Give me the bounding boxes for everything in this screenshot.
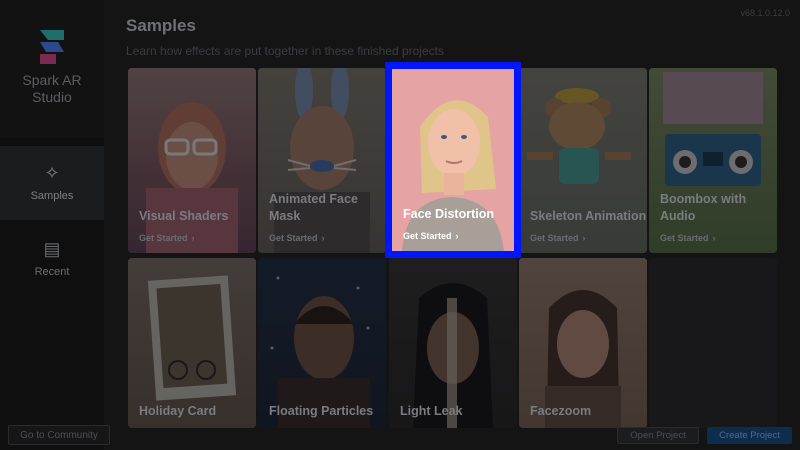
face-distortion-highlight[interactable]: Face Distortion Get Started ›: [385, 62, 521, 258]
get-started-link[interactable]: Get Started ›: [530, 233, 586, 243]
create-project-button[interactable]: Create Project: [707, 427, 792, 444]
brand-panel: Spark AR Studio: [0, 0, 104, 138]
sample-card-facezoom[interactable]: Facezoom: [519, 258, 647, 428]
open-project-button[interactable]: Open Project: [617, 427, 699, 444]
brand-name: Spark AR Studio: [22, 72, 81, 106]
sample-card-holiday-card[interactable]: Holiday Card: [128, 258, 256, 428]
chevron-right-icon: ›: [455, 231, 459, 241]
sample-card-animated-face-mask[interactable]: Animated Face Mask Get Started ›: [258, 68, 386, 253]
card-title: Facezoom: [530, 404, 592, 418]
card-title: Visual Shaders: [139, 209, 229, 223]
cta-label: Get Started: [660, 233, 709, 243]
version-label: v68.1.0.12.0: [740, 8, 790, 18]
cta-label: Get Started: [139, 233, 188, 243]
sidebar-item-samples[interactable]: ✧ Samples: [0, 146, 104, 220]
card-dim-overlay: [258, 68, 386, 253]
sidebar: Spark AR Studio ✧ Samples ▤ Recent Go to…: [0, 0, 110, 450]
card-title: Light Leak: [400, 404, 463, 418]
get-started-link[interactable]: Get Started ›: [403, 231, 459, 241]
sidebar-item-label: Samples: [30, 190, 74, 202]
get-started-link[interactable]: Get Started ›: [269, 233, 325, 243]
card-title: Face Distortion: [403, 207, 494, 221]
chevron-right-icon: ›: [582, 233, 586, 243]
cta-label: Get Started: [530, 233, 579, 243]
card-title: Animated Face Mask: [269, 192, 358, 223]
page-subtitle: Learn how effects are put together in th…: [126, 44, 444, 58]
chevron-right-icon: ›: [712, 233, 716, 243]
brand-line-1: Spark AR: [22, 72, 82, 88]
chevron-right-icon: ›: [321, 233, 325, 243]
card-dim-overlay: [649, 68, 777, 253]
card-title: Floating Particles: [269, 404, 374, 418]
card-title: Skeleton Animation: [530, 209, 647, 223]
document-icon: ▤: [43, 239, 61, 259]
spark-ar-logo-icon: [34, 26, 70, 66]
empty-card-slot: [649, 258, 777, 428]
sample-card-boombox-with-audio[interactable]: Boombox with Audio Get Started ›: [649, 68, 777, 253]
card-dim-overlay: [128, 68, 256, 253]
get-started-link[interactable]: Get Started ›: [660, 233, 716, 243]
sample-card-floating-particles[interactable]: Floating Particles: [258, 258, 386, 428]
card-title: Holiday Card: [139, 404, 217, 418]
chevron-right-icon: ›: [191, 233, 195, 243]
card-dim-overlay: [519, 68, 647, 253]
page-title: Samples: [126, 16, 196, 35]
sample-card-visual-shaders[interactable]: Visual Shaders Get Started ›: [128, 68, 256, 253]
get-started-link[interactable]: Get Started ›: [139, 233, 195, 243]
sidebar-item-label: Recent: [34, 266, 70, 278]
sidebar-item-recent[interactable]: ▤ Recent: [0, 222, 104, 296]
sparkle-icon: ✧: [44, 163, 60, 183]
card-title: Boombox with Audio: [660, 192, 747, 223]
spark-ar-studio-window: Spark AR Studio ✧ Samples ▤ Recent Go to…: [0, 0, 800, 450]
sample-card-skeleton-animation[interactable]: Skeleton Animation Get Started ›: [519, 68, 647, 253]
sample-card-face-distortion[interactable]: Face Distortion Get Started ›: [392, 69, 514, 251]
go-to-community-button[interactable]: Go to Community: [8, 425, 110, 445]
sample-card-light-leak[interactable]: Light Leak: [389, 258, 517, 428]
cta-label: Get Started: [269, 233, 318, 243]
brand-line-2: Studio: [32, 89, 72, 105]
cta-label: Get Started: [403, 231, 452, 241]
